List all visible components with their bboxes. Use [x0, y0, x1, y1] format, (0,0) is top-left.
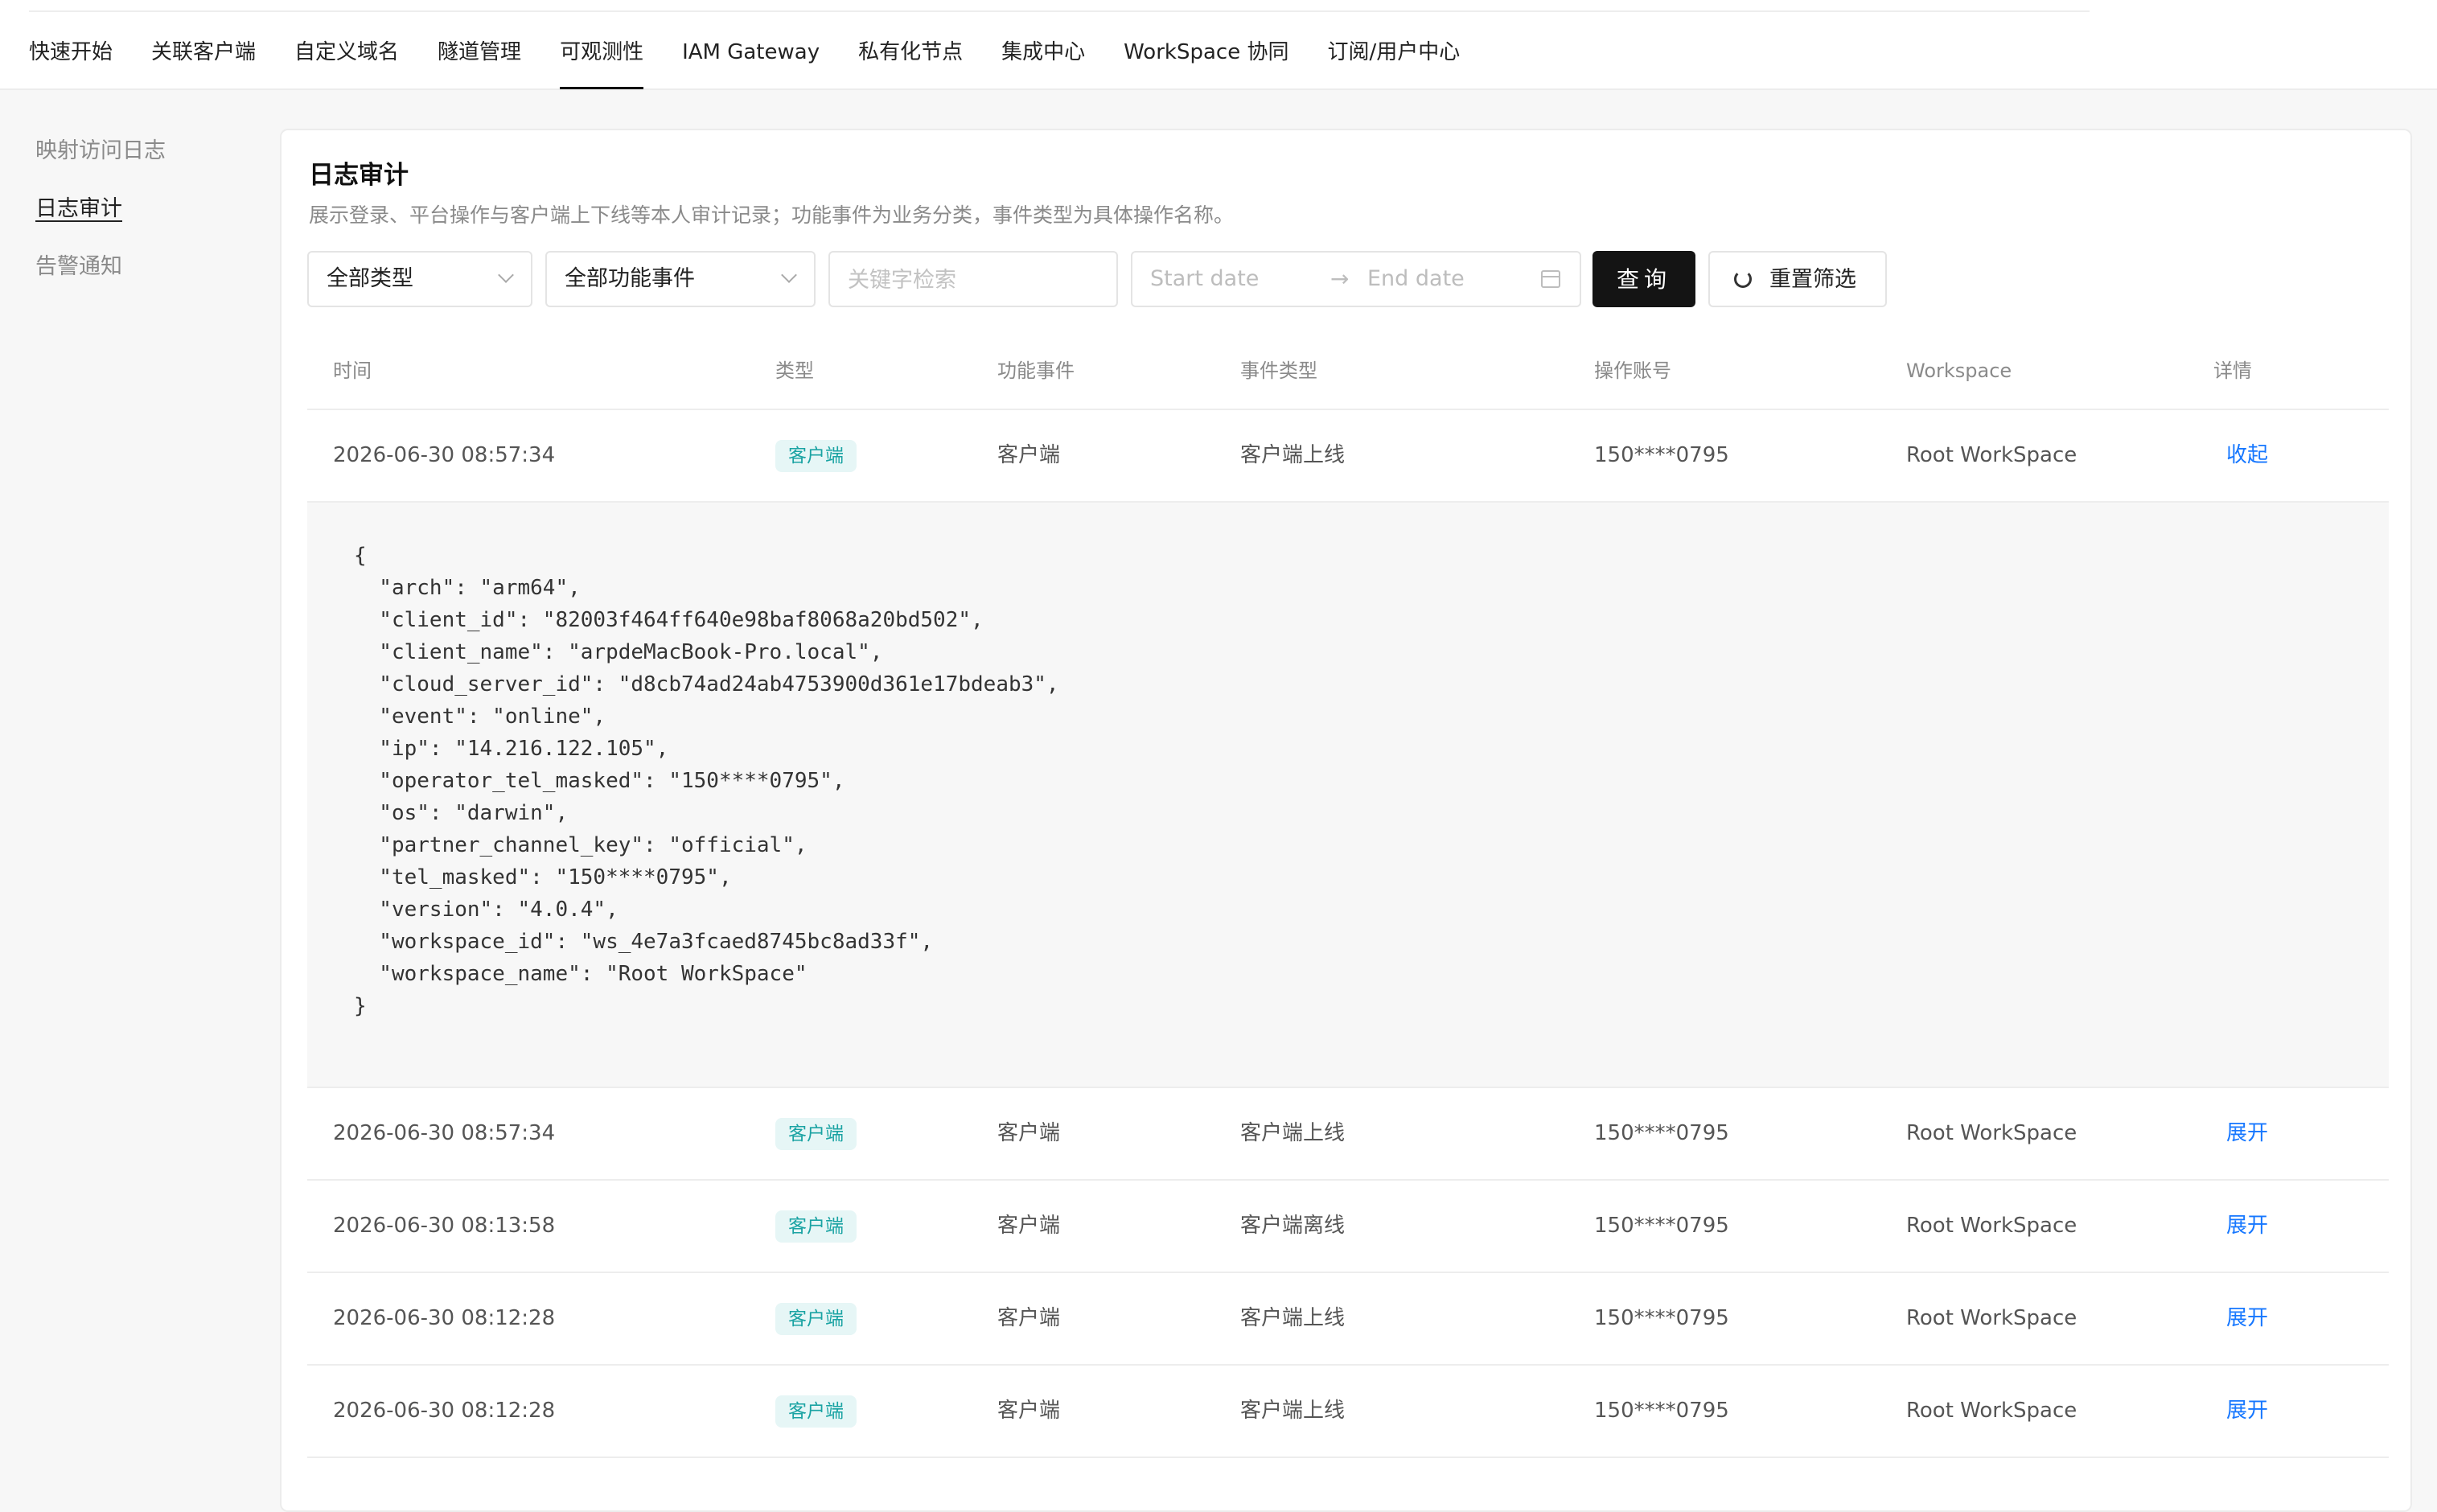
cell-time: 2026-06-30 08:12:28 — [333, 1399, 556, 1423]
page-description: 展示登录、平台操作与客户端上下线等本人审计记录；功能事件为业务分类，事件类型为具… — [309, 203, 1235, 227]
function-event-select-value: 全部功能事件 — [565, 266, 695, 291]
cell-time: 2026-06-30 08:12:28 — [333, 1306, 556, 1330]
cell-function-event: 客户端 — [997, 1306, 1061, 1330]
page-title: 日志审计 — [309, 161, 409, 190]
header-workspace: Workspace — [1906, 360, 2012, 382]
main-card: 日志审计 展示登录、平台操作与客户端上下线等本人审计记录；功能事件为业务分类，事… — [280, 129, 2412, 1512]
header-function-event: 功能事件 — [997, 360, 1075, 382]
cell-function-event: 客户端 — [997, 443, 1061, 467]
cell-time: 2026-06-30 08:13:58 — [333, 1214, 556, 1238]
header-time: 时间 — [333, 360, 372, 382]
expand-link[interactable]: 展开 — [2226, 1273, 2268, 1364]
tab-iam-gateway[interactable]: IAM Gateway — [682, 0, 820, 88]
sidebar-item-alert-notify[interactable]: 告警通知 — [35, 253, 245, 281]
cell-workspace: Root WorkSpace — [1906, 1306, 2077, 1330]
type-badge: 客户端 — [775, 1118, 857, 1150]
table-row: 2026-06-30 08:12:28 客户端 客户端 客户端上线 150***… — [307, 1366, 2389, 1458]
end-date-input[interactable]: End date — [1367, 253, 1465, 306]
cell-event-type: 客户端上线 — [1240, 1306, 1346, 1330]
expand-link[interactable]: 展开 — [2226, 1366, 2268, 1457]
tab-private-nodes[interactable]: 私有化节点 — [858, 0, 963, 88]
reset-filter-label: 重置筛选 — [1769, 267, 1856, 291]
chevron-down-icon — [498, 267, 514, 283]
tab-observability[interactable]: 可观测性 — [560, 0, 644, 89]
cell-account: 150****0795 — [1594, 1306, 1729, 1330]
expand-link[interactable]: 展开 — [2226, 1088, 2268, 1179]
top-navigation: 快速开始 关联客户端 自定义域名 隧道管理 可观测性 IAM Gateway 私… — [0, 0, 2437, 90]
sidebar: 映射访问日志 日志审计 告警通知 — [35, 137, 245, 310]
keyword-search-input[interactable] — [846, 262, 1107, 298]
sidebar-item-mapping-logs[interactable]: 映射访问日志 — [35, 137, 245, 166]
expanded-detail-panel: { "arch": "arm64", "client_id": "82003f4… — [307, 503, 2389, 1088]
cell-time: 2026-06-30 08:57:34 — [333, 443, 556, 467]
table-row: 2026-06-30 08:57:34 客户端 客户端 客户端上线 150***… — [307, 1088, 2389, 1181]
type-badge: 客户端 — [775, 1210, 857, 1243]
table-row: 2026-06-30 08:12:28 客户端 客户端 客户端上线 150***… — [307, 1273, 2389, 1366]
cell-account: 150****0795 — [1594, 1399, 1729, 1423]
sidebar-item-log-audit[interactable]: 日志审计 — [35, 195, 245, 224]
tab-quick-start[interactable]: 快速开始 — [29, 0, 113, 88]
cell-event-type: 客户端离线 — [1240, 1214, 1346, 1238]
cell-workspace: Root WorkSpace — [1906, 443, 2077, 467]
chevron-down-icon — [781, 267, 797, 283]
cell-event-type: 客户端上线 — [1240, 1121, 1346, 1145]
type-badge: 客户端 — [775, 1395, 857, 1428]
header-detail: 详情 — [2213, 360, 2252, 382]
header-account: 操作账号 — [1594, 360, 1671, 382]
function-event-select[interactable]: 全部功能事件 — [545, 251, 816, 307]
header-type: 类型 — [775, 360, 814, 382]
type-badge: 客户端 — [775, 1303, 857, 1335]
table-row: 2026-06-30 08:57:34 客户端 客户端 客户端上线 150***… — [307, 410, 2389, 503]
date-range-picker[interactable]: Start date → End date — [1131, 251, 1581, 307]
keyword-search-field — [828, 251, 1118, 307]
cell-account: 150****0795 — [1594, 1214, 1729, 1238]
table-row: 2026-06-30 08:13:58 客户端 客户端 客户端离线 150***… — [307, 1181, 2389, 1273]
type-select[interactable]: 全部类型 — [307, 251, 532, 307]
table-header: 时间 类型 功能事件 事件类型 操作账号 Workspace 详情 — [307, 333, 2389, 410]
audit-log-table: 时间 类型 功能事件 事件类型 操作账号 Workspace 详情 2026-0… — [307, 333, 2389, 1458]
tab-integration-center[interactable]: 集成中心 — [1001, 0, 1085, 88]
tab-linked-clients[interactable]: 关联客户端 — [151, 0, 256, 88]
cell-event-type: 客户端上线 — [1240, 1399, 1346, 1423]
cell-function-event: 客户端 — [997, 1121, 1061, 1145]
tab-subscription-user-center[interactable]: 订阅/用户中心 — [1327, 0, 1460, 88]
calendar-icon — [1541, 270, 1560, 288]
tab-custom-domain[interactable]: 自定义域名 — [294, 0, 399, 88]
cell-workspace: Root WorkSpace — [1906, 1399, 2077, 1423]
refresh-icon — [1734, 270, 1752, 288]
tab-workspace-collab[interactable]: WorkSpace 协同 — [1124, 0, 1288, 88]
cell-time: 2026-06-30 08:57:34 — [333, 1121, 556, 1145]
type-badge: 客户端 — [775, 440, 857, 472]
arrow-right-icon: → — [1330, 265, 1350, 292]
expand-link[interactable]: 展开 — [2226, 1181, 2268, 1272]
cell-account: 150****0795 — [1594, 443, 1729, 467]
cell-event-type: 客户端上线 — [1240, 443, 1346, 467]
detail-json: { "arch": "arm64", "client_id": "82003f4… — [354, 544, 1059, 1018]
start-date-input[interactable]: Start date — [1150, 253, 1259, 306]
type-select-value: 全部类型 — [327, 266, 413, 291]
cell-account: 150****0795 — [1594, 1121, 1729, 1145]
cell-function-event: 客户端 — [997, 1214, 1061, 1238]
nav-tabs: 快速开始 关联客户端 自定义域名 隧道管理 可观测性 IAM Gateway 私… — [29, 0, 1498, 89]
query-button[interactable]: 查询 — [1592, 251, 1695, 307]
header-event-type: 事件类型 — [1240, 360, 1317, 382]
tab-tunnel-management[interactable]: 隧道管理 — [438, 0, 521, 88]
cell-workspace: Root WorkSpace — [1906, 1214, 2077, 1238]
cell-function-event: 客户端 — [997, 1399, 1061, 1423]
reset-filter-button[interactable]: 重置筛选 — [1708, 251, 1887, 307]
collapse-link[interactable]: 收起 — [2226, 410, 2268, 501]
cell-workspace: Root WorkSpace — [1906, 1121, 2077, 1145]
